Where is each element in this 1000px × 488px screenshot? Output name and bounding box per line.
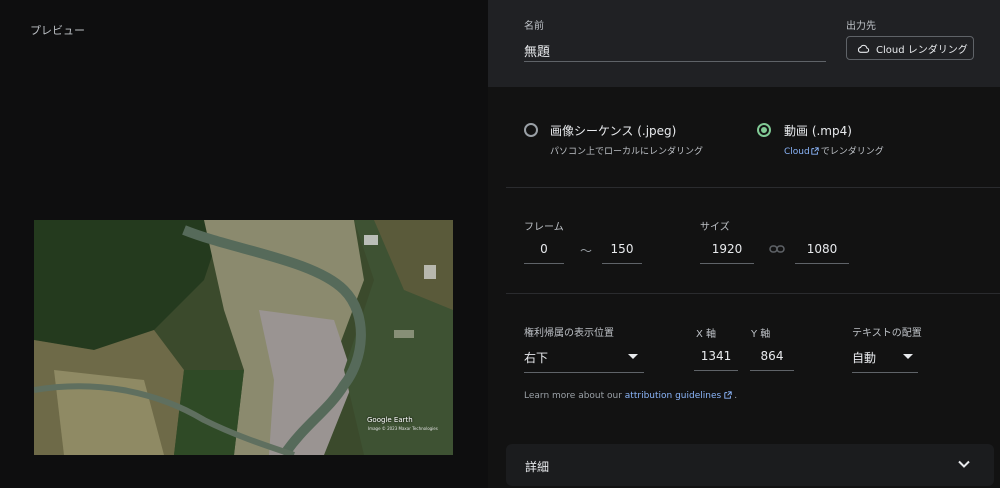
cloud-link[interactable]: Cloud (784, 147, 810, 157)
mp4-subtitle-rest: でレンダリング (820, 147, 884, 157)
name-field[interactable]: 無題 (524, 41, 550, 60)
frame-end-underline (602, 263, 642, 264)
height-input[interactable]: 1080 (795, 242, 849, 256)
y-axis-underline (750, 370, 794, 371)
width-underline (700, 263, 754, 264)
text-alignment-label: テキストの配置 (852, 328, 922, 339)
alignment-underline (852, 372, 918, 373)
width-input[interactable]: 1920 (700, 242, 754, 256)
frame-separator: 〜 (579, 244, 592, 258)
cloud-render-label: Cloud レンダリング (876, 44, 968, 56)
cloud-render-button[interactable]: Cloud レンダリング (846, 36, 974, 60)
jpeg-option-subtitle: パソコン上でローカルにレンダリング (550, 147, 704, 157)
radio-jpeg[interactable] (524, 123, 538, 137)
frames-label: フレーム (524, 222, 564, 233)
details-accordion[interactable]: 詳細 (506, 444, 994, 486)
x-axis-input[interactable]: 1341 (694, 349, 738, 363)
dropdown-caret-icon[interactable] (628, 354, 638, 359)
attribution-note: Learn more about our attribution guideli… (524, 391, 737, 401)
y-axis-label: Y 軸 (751, 329, 771, 340)
external-link-icon (724, 391, 732, 399)
mp4-option-subtitle: Cloud でレンダリング (784, 144, 884, 157)
frame-start-underline (524, 263, 564, 264)
map-preview: Google Earth Image © 2023 Maxar Technolo… (34, 220, 453, 455)
attribution-position-label: 権利帰属の表示位置 (524, 328, 614, 339)
frame-start-input[interactable]: 0 (524, 242, 564, 256)
mp4-option-title[interactable]: 動画 (.mp4) (784, 122, 852, 139)
settings-header: 名前 無題 出力先 Cloud レンダリング (488, 0, 1000, 87)
x-axis-underline (694, 370, 738, 371)
link-icon[interactable] (769, 243, 785, 255)
attribution-position-select[interactable]: 右下 (524, 349, 548, 366)
height-underline (795, 263, 849, 264)
y-axis-input[interactable]: 864 (750, 349, 794, 363)
name-label: 名前 (524, 21, 544, 32)
frame-end-input[interactable]: 150 (602, 242, 642, 256)
cloud-icon (857, 44, 870, 53)
position-underline (524, 372, 644, 373)
map-credit-sub: Image © 2023 Maxar Technologies (368, 426, 438, 431)
output-label: 出力先 (846, 21, 876, 32)
divider (506, 187, 1000, 188)
external-link-icon (811, 147, 819, 155)
preview-pane: プレビュー Google Earth Image © 2023 Maxar Te… (0, 0, 488, 488)
x-axis-label: X 軸 (696, 329, 717, 340)
chevron-down-icon (958, 460, 970, 468)
jpeg-option-title[interactable]: 画像シーケンス (.jpeg) (550, 122, 676, 139)
note-prefix: Learn more about our (524, 391, 625, 401)
dropdown-caret-icon[interactable] (903, 354, 913, 359)
attribution-guidelines-link[interactable]: attribution guidelines (625, 391, 721, 401)
name-underline (524, 61, 826, 62)
radio-mp4[interactable] (757, 123, 771, 137)
map-credit: Google Earth (367, 416, 413, 424)
details-label: 詳細 (525, 460, 550, 474)
preview-label: プレビュー (30, 24, 85, 37)
divider (506, 293, 1000, 294)
note-suffix: . (734, 391, 738, 401)
render-settings-panel: 名前 無題 出力先 Cloud レンダリング 画像シーケンス (.jpeg) パ… (488, 0, 1000, 488)
text-alignment-select[interactable]: 自動 (852, 349, 876, 366)
size-label: サイズ (700, 222, 730, 233)
